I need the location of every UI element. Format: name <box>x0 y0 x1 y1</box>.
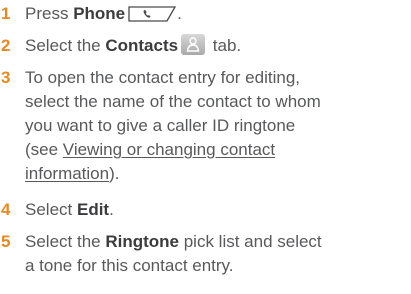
step-text-line: Select the Ringtone pick list and select <box>25 230 411 254</box>
ringtone-label: Ringtone <box>105 232 179 251</box>
step-number: 5 <box>1 232 11 251</box>
step-number: 4 <box>1 200 11 219</box>
contacts-label: Contacts <box>105 36 179 55</box>
step-text-line: a tone for this contact entry. <box>25 256 234 275</box>
instruction-steps: 1 Press Phone. 2 Select the Contacts tab… <box>0 0 411 294</box>
close-paren: ). <box>109 164 120 183</box>
step-text-line: (see Viewing or changing contact <box>25 138 411 162</box>
step-text: Select the Contacts tab. <box>25 34 411 58</box>
contacts-tab-icon <box>181 34 206 55</box>
phone-label: Phone <box>73 4 126 23</box>
step-number: 2 <box>1 36 11 55</box>
phone-key-icon <box>128 5 177 22</box>
step-text-line: select the name of the contact to whom <box>25 92 321 111</box>
step-text-line: To open the contact entry for editing, <box>25 68 301 87</box>
step-text-line: you want to give a caller ID ringtone <box>25 116 296 135</box>
step-text: Press Phone. <box>25 2 411 26</box>
viewing-contact-info-link-cont[interactable]: information <box>25 164 109 183</box>
step-number: 1 <box>1 4 11 23</box>
step-text: Select the Ringtone pick list and select… <box>25 230 411 278</box>
step-text-post: . <box>177 4 182 23</box>
step-text-post: pick list and select <box>178 232 322 251</box>
step-text-pre: Select <box>25 200 77 219</box>
step-text-pre: Press <box>25 4 74 23</box>
step-text-post: . <box>109 200 114 219</box>
viewing-contact-info-link[interactable]: Viewing or changing contact <box>63 140 275 159</box>
step-number: 3 <box>1 68 11 87</box>
step-text-line: information). <box>25 162 411 186</box>
edit-label: Edit <box>76 200 110 219</box>
step-text: To open the contact entry for editing, s… <box>25 66 411 186</box>
step-text-pre: Select the <box>25 232 106 251</box>
step-text: Select Edit. <box>25 198 411 222</box>
step-text-post: tab. <box>208 36 242 55</box>
see-prefix: (see <box>25 140 63 159</box>
step-text-pre: Select the <box>25 36 106 55</box>
